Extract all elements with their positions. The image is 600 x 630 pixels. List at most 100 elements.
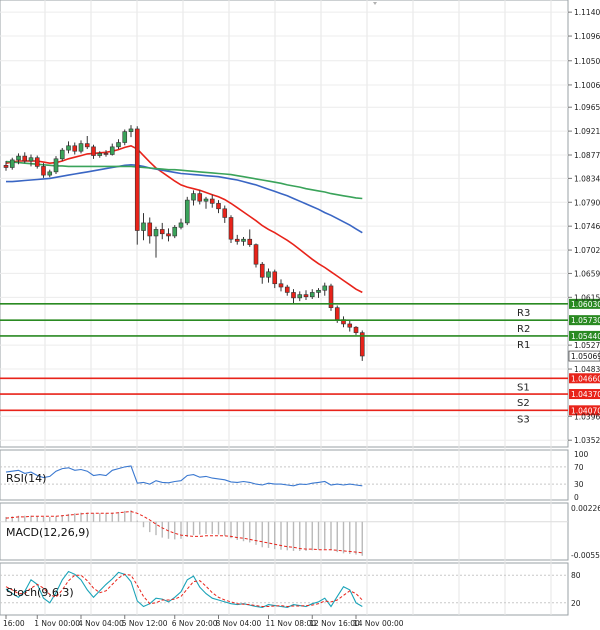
rsi-tick-label: 0 (574, 493, 579, 502)
current-price-label: 1.05069 (571, 352, 600, 361)
level-price-label: 1.05730 (571, 316, 600, 325)
x-tick-label: 8 Nov 04:00 (216, 619, 262, 628)
candle-bullish (59, 149, 65, 160)
x-tick-label: 14 Nov 00:00 (353, 619, 404, 628)
stoch-tick-label: 80 (571, 571, 581, 580)
level-name-r2: R2 (517, 324, 530, 335)
y-tick-label: 1.07460 (574, 222, 600, 231)
candle-bearish (72, 145, 78, 152)
candle-bullish (141, 222, 146, 231)
candle-bearish (291, 292, 296, 299)
candle-bearish (209, 198, 215, 204)
macd-label: MACD(12,26,9) (6, 526, 90, 539)
candle-bearish (22, 155, 28, 162)
level-price-label: 1.05440 (571, 332, 600, 341)
level-name-r1: R1 (517, 340, 530, 351)
y-tick-label: 1.10505 (574, 57, 600, 66)
macd-tick-label: -0.00550 (571, 551, 600, 560)
candle-bearish (216, 203, 221, 210)
candle-bullish (241, 238, 246, 242)
candle-bullish (178, 222, 184, 228)
candle-bullish (9, 159, 15, 168)
candle-bullish (322, 285, 328, 291)
candle-bearish (166, 233, 171, 237)
candle-bearish (159, 229, 165, 235)
candle-bullish (203, 198, 209, 202)
candle-bullish (316, 289, 321, 293)
candle-bearish (197, 193, 203, 202)
candle-bearish (334, 307, 340, 320)
y-tick-label: 1.06590 (574, 269, 600, 278)
price-chart[interactable]: R31.06030R21.05730R11.05440S11.04660S21.… (0, 0, 600, 630)
y-tick-label: 1.06150 (574, 293, 600, 302)
y-tick-label: 1.05270 (574, 341, 600, 350)
stoch-label: Stoch(9,6,3) (6, 586, 74, 599)
candle-bullish (116, 142, 121, 148)
x-tick-label: 16:00 (3, 619, 25, 628)
candle-bullish (53, 158, 59, 173)
y-tick-label: 1.10960 (574, 32, 600, 41)
candle-bullish (16, 155, 21, 161)
y-tick-label: 1.08340 (574, 174, 600, 183)
candle-bullish (184, 199, 190, 224)
candle-bullish (47, 171, 53, 176)
candle-bullish (109, 146, 115, 155)
level-name-s2: S2 (517, 398, 530, 409)
candle-bearish (234, 238, 240, 242)
candle-bearish (278, 283, 284, 288)
candle-bearish (303, 294, 309, 298)
y-tick-label: 1.11400 (574, 8, 600, 17)
candle-bullish (172, 226, 178, 237)
candle-bullish (191, 193, 196, 201)
x-tick-label: 1 Nov 00:00 (34, 619, 80, 628)
x-tick-label: 6 Nov 20:00 (172, 619, 218, 628)
candle-bearish (272, 271, 278, 285)
candle-bearish (284, 286, 290, 293)
candle-bearish (247, 238, 253, 245)
level-name-s1: S1 (517, 382, 530, 393)
candle-bearish (259, 263, 265, 278)
y-tick-label: 1.08770 (574, 151, 600, 160)
candle-bearish (347, 323, 353, 328)
y-tick-label: 1.03960 (574, 412, 600, 421)
candle-bearish (147, 222, 153, 237)
candle-bearish (253, 244, 259, 265)
stoch-tick-label: 20 (571, 599, 581, 608)
candle-bearish (34, 157, 40, 167)
candle-bearish (222, 208, 228, 218)
y-tick-label: 1.10060 (574, 81, 600, 90)
level-name-r3: R3 (517, 308, 530, 319)
y-tick-label: 1.07020 (574, 246, 600, 255)
candle-bearish (3, 165, 9, 168)
candle-bearish (134, 128, 140, 231)
candle-bullish (153, 229, 159, 237)
rsi-tick-label: 30 (574, 480, 584, 489)
candle-bullish (309, 292, 315, 298)
rsi-tick-label: 70 (574, 463, 584, 472)
candle-bearish (103, 153, 109, 155)
y-tick-label: 1.04830 (574, 365, 600, 374)
candle-bullish (28, 157, 34, 162)
y-tick-label: 1.09650 (574, 103, 600, 112)
rsi-label: RSI(14) (6, 472, 46, 485)
y-tick-label: 1.09210 (574, 127, 600, 136)
candle-bearish (84, 143, 90, 148)
macd-tick-label: 0.00226 (571, 504, 600, 513)
candle-bullish (97, 153, 103, 156)
level-name-s3: S3 (517, 414, 530, 425)
candle-bullish (122, 131, 128, 143)
y-tick-label: 1.03520 (574, 436, 600, 445)
candle-bearish (228, 217, 234, 240)
candle-bullish (297, 294, 303, 299)
candle-bearish (41, 166, 46, 176)
y-tick-label: 1.07900 (574, 198, 600, 207)
rsi-tick-label: 100 (574, 450, 589, 459)
candle-bearish (353, 326, 359, 333)
candle-bullish (128, 128, 134, 132)
candle-bearish (91, 146, 96, 156)
candle-bullish (266, 271, 271, 278)
candle-bullish (66, 145, 71, 151)
level-price-label: 1.04660 (571, 374, 600, 383)
level-price-label: 1.04370 (571, 390, 600, 399)
candle-bullish (78, 143, 84, 152)
